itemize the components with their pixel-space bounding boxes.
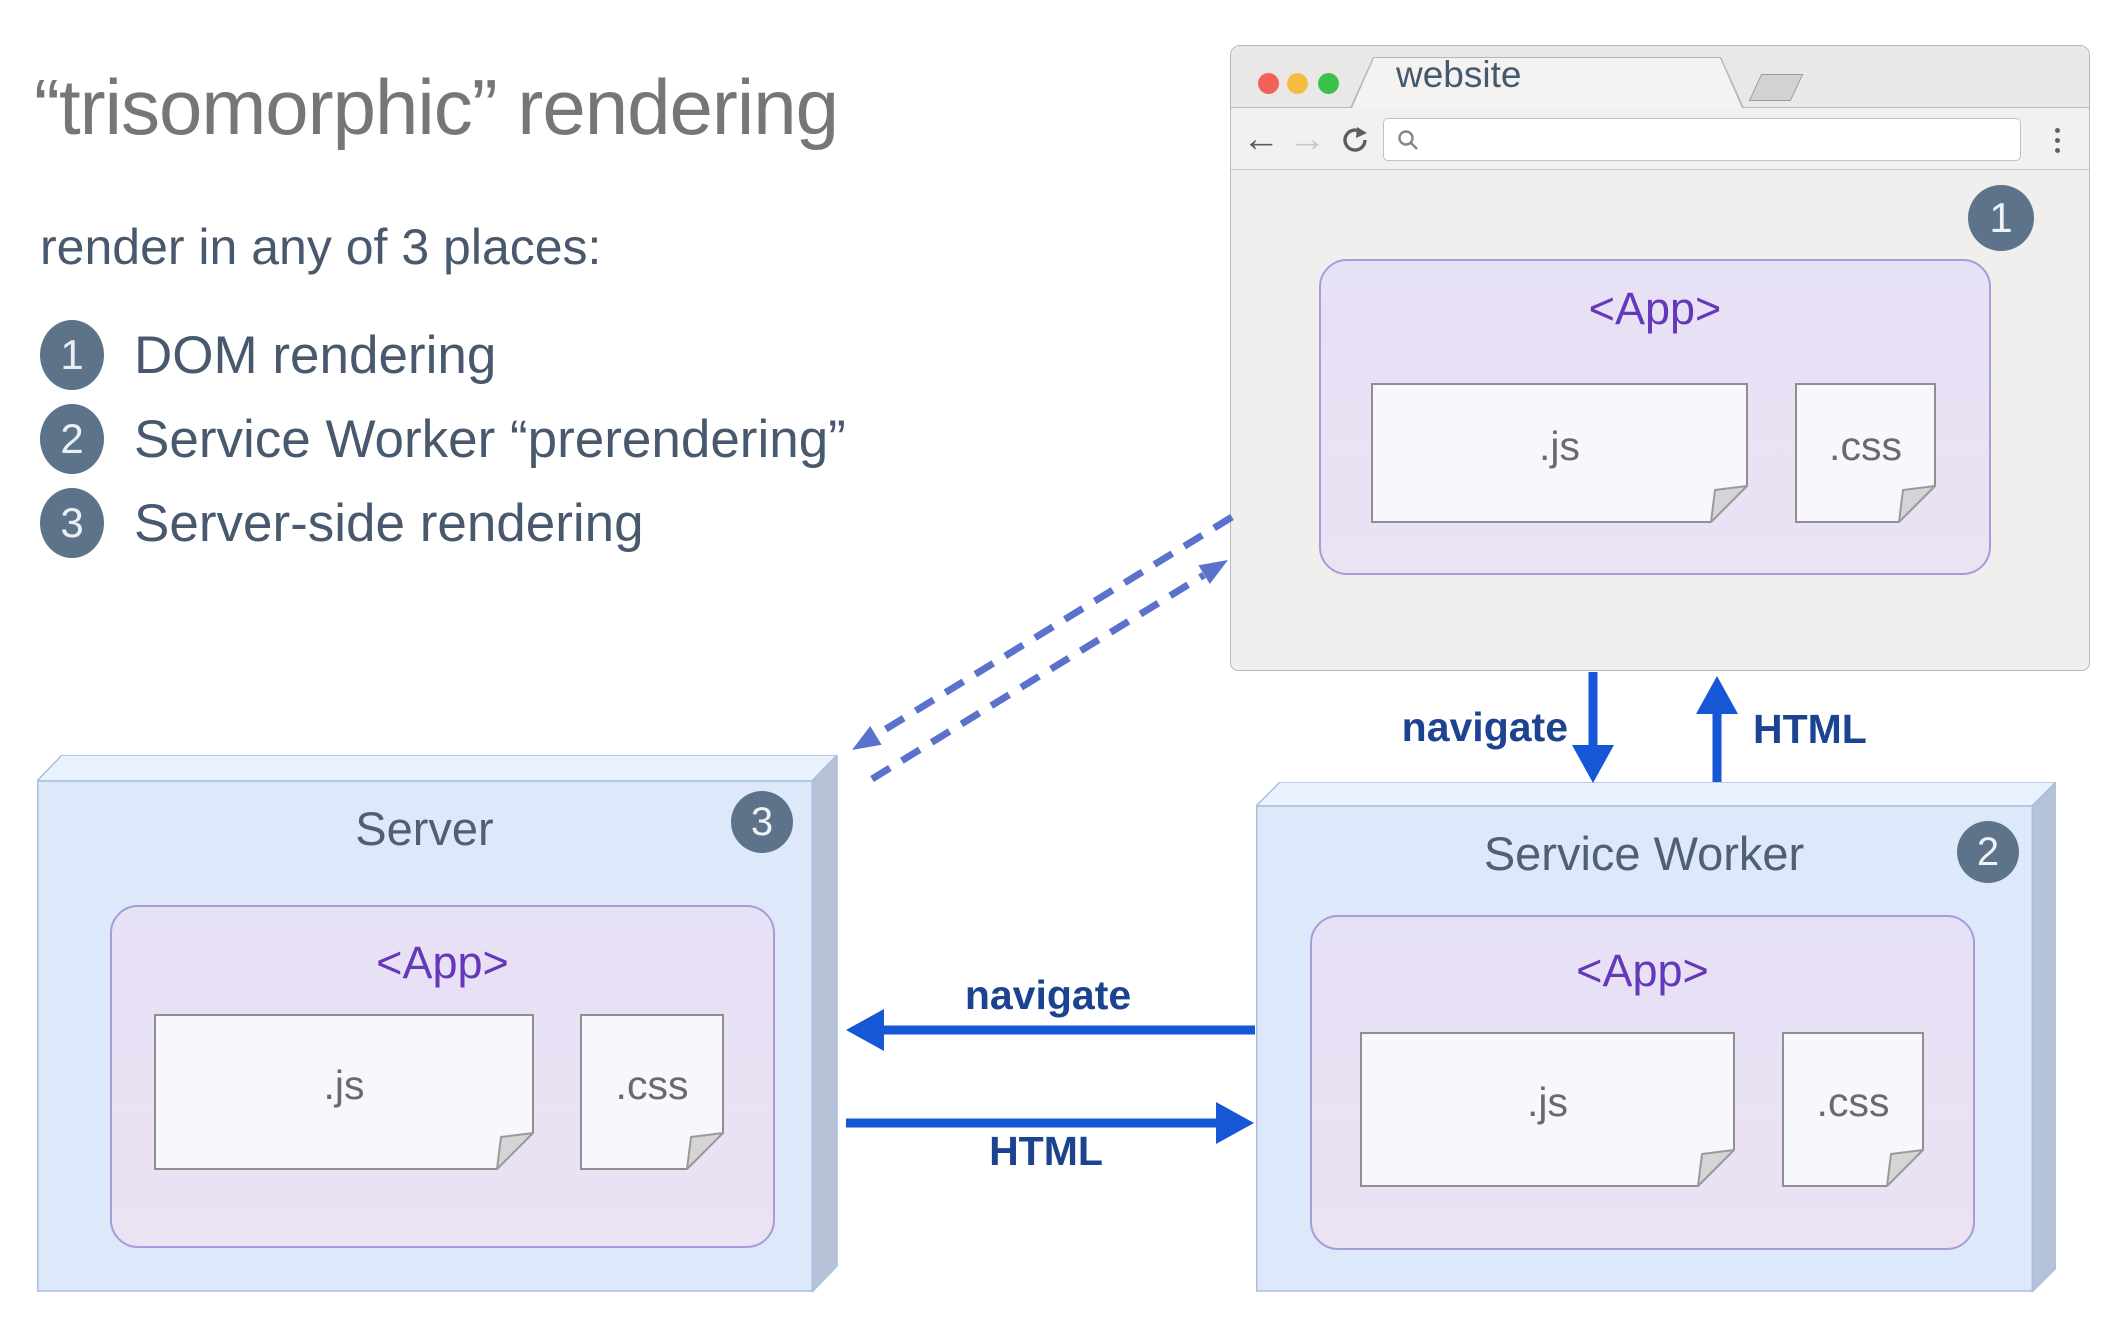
diagram-badge-2: 2 <box>1957 821 2019 883</box>
diagram-badge-3: 3 <box>731 791 793 853</box>
list-item-label: Server-side rendering <box>134 493 644 553</box>
render-places-list: 1 DOM rendering 2 Service Worker “preren… <box>40 320 846 558</box>
dashed-arrow-to-server <box>852 514 1234 750</box>
minimize-window-button[interactable] <box>1287 73 1308 94</box>
page-subtitle: render in any of 3 places: <box>40 219 602 275</box>
html-up-arrow <box>1696 676 1738 782</box>
js-file: .js <box>1360 1032 1735 1187</box>
js-file-label: .js <box>1527 1079 1568 1125</box>
list-item-service-worker: 2 Service Worker “prerendering” <box>40 404 846 474</box>
navigate-label-vertical: navigate <box>1401 704 1568 750</box>
zoom-window-button[interactable] <box>1318 73 1339 94</box>
html-label-vertical: HTML <box>1753 706 1867 752</box>
js-file: .js <box>1371 383 1748 523</box>
dashed-arrow-to-browser <box>870 560 1228 782</box>
css-file: .css <box>1795 383 1936 523</box>
css-file: .css <box>1782 1032 1924 1187</box>
number-badge-3: 3 <box>40 488 104 558</box>
list-item-dom-rendering: 1 DOM rendering <box>40 320 846 390</box>
list-item-label: Service Worker “prerendering” <box>134 409 846 469</box>
css-file: .css <box>580 1014 724 1170</box>
browser-toolbar: ← → <box>1231 109 2089 170</box>
forward-button[interactable]: → <box>1287 109 1327 170</box>
service-worker-title: Service Worker <box>1483 827 1805 880</box>
list-item-label: DOM rendering <box>134 325 497 385</box>
search-icon <box>1398 129 1418 150</box>
number-badge-2: 2 <box>40 404 104 474</box>
js-file: .js <box>154 1014 534 1170</box>
reload-icon <box>1343 126 1367 152</box>
app-component-label: <App> <box>1588 283 1722 334</box>
server-box: Server 3 <App> .js .css <box>37 755 838 1292</box>
app-component-label: <App> <box>1576 945 1709 996</box>
browser-menu-button[interactable] <box>2039 121 2075 159</box>
js-file-label: .js <box>323 1061 365 1108</box>
navigate-label-horizontal: navigate <box>964 972 1132 1018</box>
list-item-server-side: 3 Server-side rendering <box>40 488 846 558</box>
browser-app-box: <App> .js .css <box>1319 259 1991 575</box>
tab-title: website <box>1396 54 1522 95</box>
diagram-badge-1: 1 <box>1968 185 2034 251</box>
css-file-label: .css <box>615 1061 689 1108</box>
url-input[interactable] <box>1420 119 2020 160</box>
url-bar <box>1383 118 2021 161</box>
browser-window: website ← → 1 <App> .js .css <box>1230 45 2090 671</box>
close-window-button[interactable] <box>1258 73 1279 94</box>
app-component-label: <App> <box>376 937 509 988</box>
reload-button[interactable] <box>1335 109 1375 170</box>
back-button[interactable]: ← <box>1241 109 1281 170</box>
browser-titlebar: website <box>1231 46 2089 108</box>
new-tab-button[interactable] <box>1748 74 1804 101</box>
css-file-label: .css <box>1829 422 1902 469</box>
js-file-label: .js <box>1539 422 1580 469</box>
service-worker-app-box: <App> .js .css <box>1310 915 1975 1250</box>
css-file-label: .css <box>1816 1079 1890 1125</box>
html-label-horizontal: HTML <box>989 1128 1103 1174</box>
service-worker-box: Service Worker 2 <App> .js .css <box>1256 782 2056 1292</box>
server-app-box: <App> .js .css <box>110 905 775 1248</box>
navigate-down-arrow <box>1572 672 1614 783</box>
server-title: Server <box>355 802 494 855</box>
page-title: “trisomorphic” rendering <box>34 63 839 151</box>
number-badge-1: 1 <box>40 320 104 390</box>
